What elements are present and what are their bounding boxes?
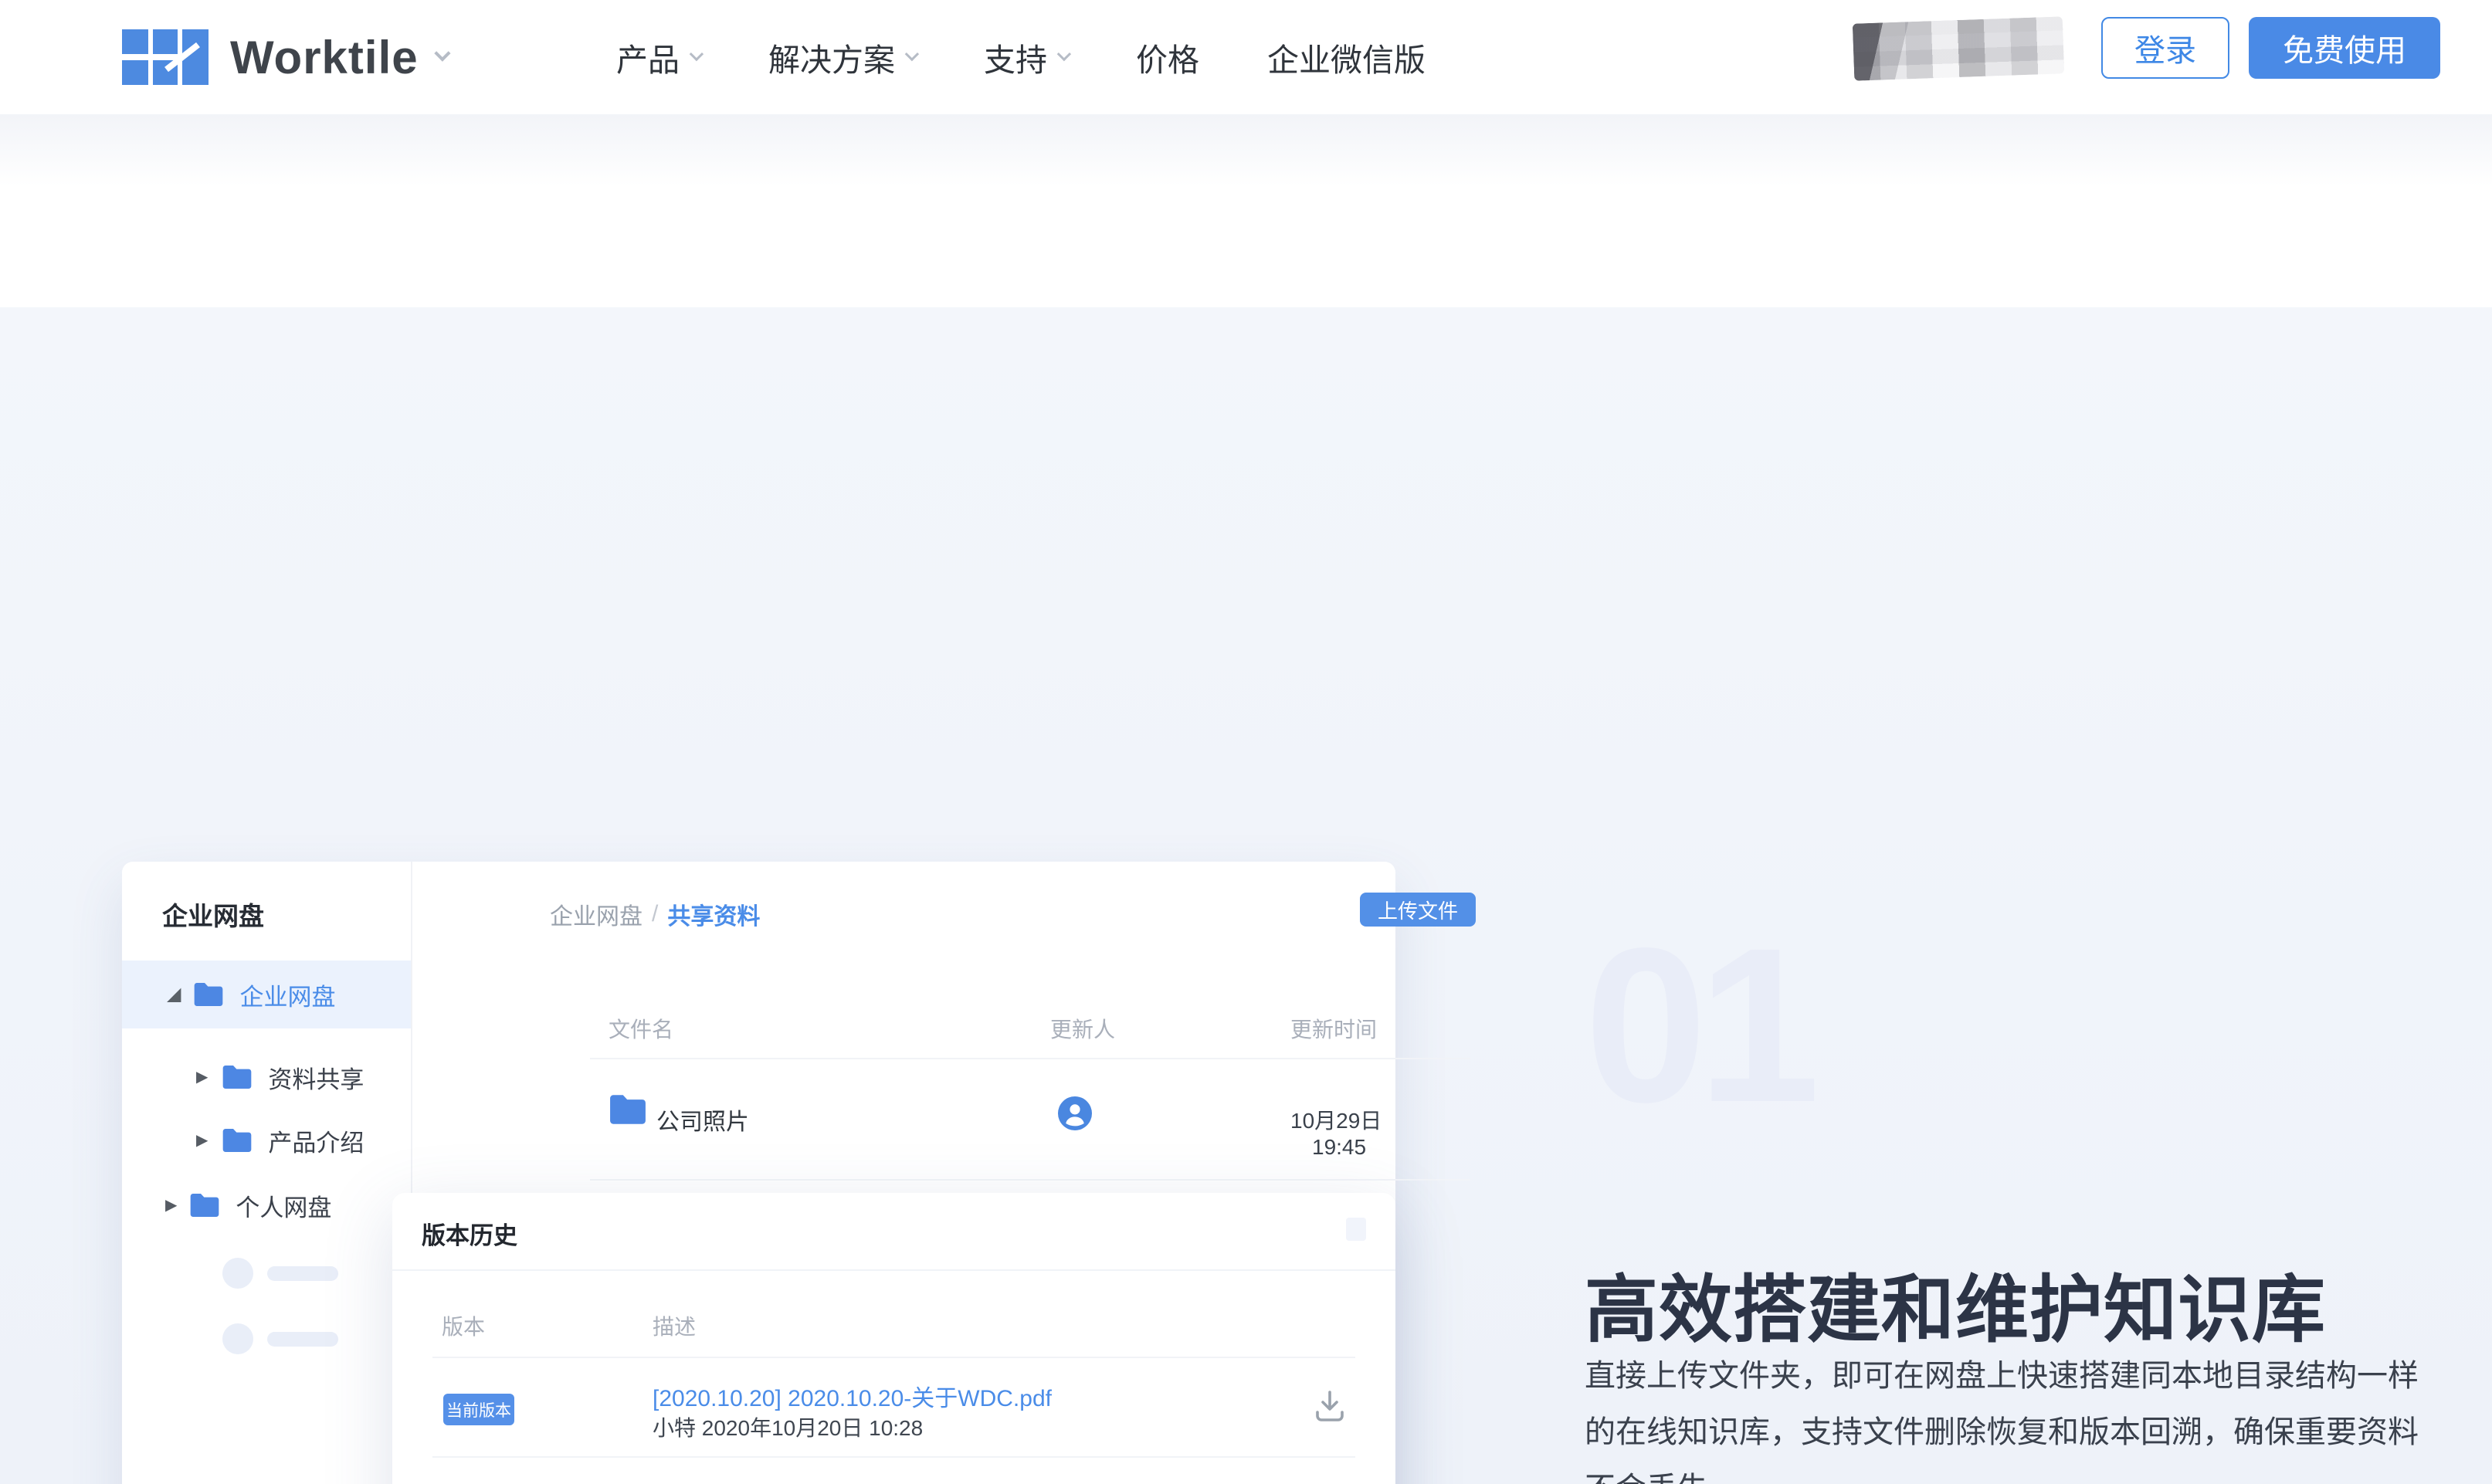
phone-number-redacted [1853,16,2064,80]
divider [392,1269,1395,1271]
feature-description: 直接上传文件夹，即可在网盘上快速搭建同本地目录结构一样的在线知识库，支持文件删除… [1585,1348,2440,1484]
tree-item-label: 产品介绍 [268,1123,364,1158]
feature-number-watermark: 01 [1585,916,1811,1136]
feature-title: 高效搭建和维护知识库 [1585,1251,2326,1357]
nav-item-label: 支持 [984,34,1047,80]
file-updated-date: 10月29日 [1290,1109,1382,1133]
version-file-link[interactable]: [2020.10.16] 2020.10.16-关于WDC.pdf [653,1477,1052,1484]
nav-item-pricing[interactable]: 价格 [1136,34,1199,80]
caret-expanded-icon[interactable]: ◢ [167,985,181,1004]
folder-icon [193,981,224,1008]
chevron-down-icon [434,45,450,61]
tree-item-label: 企业网盘 [239,977,335,1012]
file-name: 公司照片 [656,1103,749,1137]
top-navbar: Worktile 产品 解决方案 支持 价格 企业微信版 登录 免费使用 [0,0,2492,114]
sidebar-title: 企业网盘 [162,896,264,933]
skeleton-avatar [222,1258,253,1289]
chevron-down-icon [905,46,919,60]
version-badge-current: 当前版本 [443,1394,514,1425]
divider [432,1456,1355,1458]
folder-icon [189,1192,220,1218]
breadcrumb-root[interactable]: 企业网盘 [550,897,642,931]
divider [590,1179,1470,1181]
breadcrumb-separator: / [652,901,658,927]
breadcrumb: 企业网盘 / 共享资料 [550,897,760,931]
nav-item-label: 企业微信版 [1267,34,1426,80]
nav-item-support[interactable]: 支持 [984,34,1068,80]
tree-item-enterprise-drive[interactable]: ◢ 企业网盘 [122,961,411,1028]
chevron-down-icon [1057,46,1071,60]
logo-text: Worktile [230,31,419,84]
free-trial-button[interactable]: 免费使用 [2249,17,2440,79]
tree-item-product-intro[interactable]: ▶ 产品介绍 [122,1110,411,1171]
hero-fade-band [0,114,2492,195]
chevron-down-icon [690,46,704,60]
column-header-description: 描述 [653,1310,696,1341]
nav-item-wechat-work[interactable]: 企业微信版 [1267,34,1426,80]
nav-item-solutions[interactable]: 解决方案 [768,34,916,80]
version-history-modal: 版本历史 版本 描述 当前版本 [2020.10.20] 2020.10.20-… [392,1193,1395,1484]
column-header-updater: 更新人 [1050,1013,1115,1044]
modal-title: 版本历史 [422,1216,517,1251]
worktile-logo[interactable]: Worktile [122,0,447,114]
user-avatar-icon [1058,1096,1092,1130]
nav-item-products[interactable]: 产品 [616,34,700,80]
folder-icon [609,1093,647,1126]
nav-item-label: 价格 [1136,34,1199,80]
divider [432,1357,1355,1358]
skeleton-bar [267,1332,338,1347]
skeleton-bar [267,1266,338,1281]
tree-item-label: 资料共享 [268,1060,364,1095]
nav-item-label: 产品 [616,34,680,80]
caret-collapsed-icon[interactable]: ▶ [196,1133,208,1148]
close-icon[interactable] [1346,1218,1366,1241]
caret-collapsed-icon[interactable]: ▶ [196,1069,208,1085]
tree-item-shared-docs[interactable]: ▶ 资料共享 [122,1047,411,1107]
download-icon[interactable] [1311,1387,1348,1425]
tree-item-personal-drive[interactable]: ▶ 个人网盘 [122,1175,411,1235]
folder-icon [222,1064,253,1090]
tree-item-label: 个人网盘 [236,1188,331,1223]
version-meta: 小特 2020年10月20日 10:28 [653,1411,923,1442]
breadcrumb-current: 共享资料 [667,897,760,931]
upload-file-button[interactable]: 上传文件 [1360,893,1476,927]
file-updated-clock: 19:45 [1312,1135,1366,1159]
divider [590,1058,1470,1059]
feature-section: 01 高效搭建和维护知识库 直接上传文件夹，即可在网盘上快速搭建同本地目录结构一… [0,307,2492,1484]
nav-item-label: 解决方案 [768,34,895,80]
worktile-logo-icon [122,29,209,85]
column-header-filename: 文件名 [609,1013,673,1044]
drive-sidebar: 企业网盘 ◢ 企业网盘 ▶ 资料共享 ▶ 产品介绍 ▶ [122,862,412,1484]
column-header-version: 版本 [442,1310,485,1341]
login-button[interactable]: 登录 [2101,17,2229,79]
column-header-updated-time: 更新时间 [1290,1013,1377,1044]
file-updated-time: 10月29日19:45 [1290,1104,1395,1160]
version-file-link[interactable]: [2020.10.20] 2020.10.20-关于WDC.pdf [653,1379,1052,1413]
caret-collapsed-icon[interactable]: ▶ [165,1198,177,1213]
folder-icon [222,1127,253,1154]
main-menu: 产品 解决方案 支持 价格 企业微信版 [616,0,1426,114]
skeleton-avatar [222,1323,253,1354]
file-row-company-photos[interactable]: 公司照片 10月29日19:45 [412,1062,1395,1178]
